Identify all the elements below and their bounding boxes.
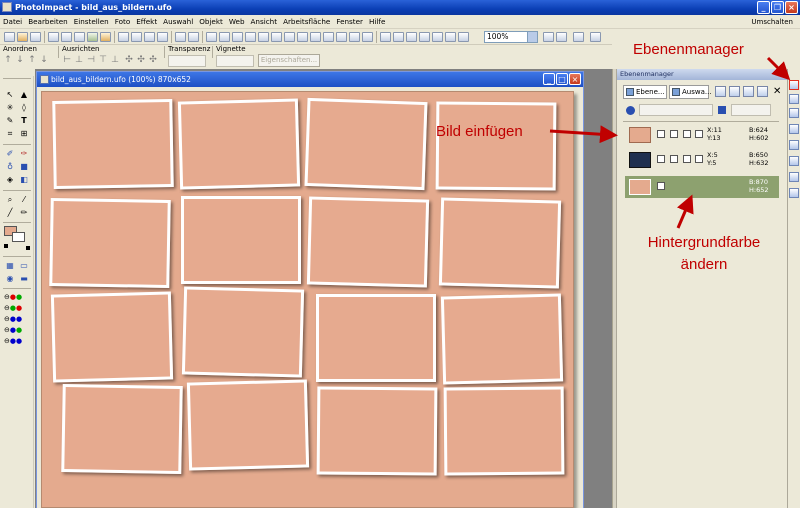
- arrow-to-background-layer: [676, 194, 694, 229]
- arrow-to-layer-row: [549, 125, 618, 144]
- annotation-arrows: [549, 56, 791, 229]
- arrow-to-layer-manager: [766, 56, 791, 81]
